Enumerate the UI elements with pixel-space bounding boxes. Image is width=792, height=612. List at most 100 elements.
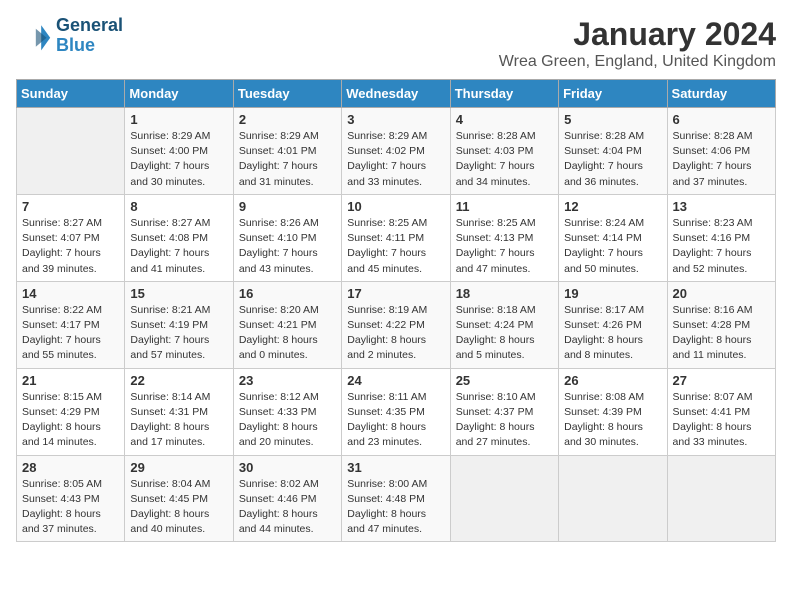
calendar-cell: 30 Sunrise: 8:02 AMSunset: 4:46 PMDayligh…	[233, 455, 341, 542]
day-detail: Sunrise: 8:29 AMSunset: 4:02 PMDaylight:…	[347, 129, 444, 190]
day-detail: Sunrise: 8:11 AMSunset: 4:35 PMDaylight:…	[347, 390, 444, 451]
day-detail: Sunrise: 8:20 AMSunset: 4:21 PMDaylight:…	[239, 303, 336, 364]
calendar-cell	[559, 455, 667, 542]
day-detail: Sunrise: 8:17 AMSunset: 4:26 PMDaylight:…	[564, 303, 661, 364]
day-detail: Sunrise: 8:08 AMSunset: 4:39 PMDaylight:…	[564, 390, 661, 451]
calendar-week-5: 28Sunrise: 8:05 AMSunset: 4:43 PMDayligh…	[17, 455, 776, 542]
day-detail: Sunrise: 8:19 AMSunset: 4:22 PMDaylight:…	[347, 303, 444, 364]
day-number: 11	[456, 199, 553, 214]
weekday-monday: Monday	[125, 80, 233, 108]
title-block: January 2024 Wrea Green, England, United…	[499, 16, 776, 71]
day-detail: Sunrise: 8:27 AMSunset: 4:08 PMDaylight:…	[130, 216, 227, 277]
page-header: General Blue January 2024 Wrea Green, En…	[16, 16, 776, 71]
day-detail: Sunrise: 8:24 AMSunset: 4:14 PMDaylight:…	[564, 216, 661, 277]
calendar-cell: 10 Sunrise: 8:25 AMSunset: 4:11 PMDayligh…	[342, 194, 450, 281]
calendar-cell: 24 Sunrise: 8:11 AMSunset: 4:35 PMDayligh…	[342, 368, 450, 455]
logo-icon	[16, 18, 52, 54]
calendar-cell: 18 Sunrise: 8:18 AMSunset: 4:24 PMDayligh…	[450, 281, 558, 368]
weekday-header-row: SundayMondayTuesdayWednesdayThursdayFrid…	[17, 80, 776, 108]
day-number: 23	[239, 373, 336, 388]
calendar-cell: 16 Sunrise: 8:20 AMSunset: 4:21 PMDayligh…	[233, 281, 341, 368]
day-detail: Sunrise: 8:02 AMSunset: 4:46 PMDaylight:…	[239, 477, 336, 538]
day-number: 30	[239, 460, 336, 475]
day-detail: Sunrise: 8:23 AMSunset: 4:16 PMDaylight:…	[673, 216, 770, 277]
day-number: 28	[22, 460, 119, 475]
day-detail: Sunrise: 8:16 AMSunset: 4:28 PMDaylight:…	[673, 303, 770, 364]
day-detail: Sunrise: 8:25 AMSunset: 4:11 PMDaylight:…	[347, 216, 444, 277]
calendar-table: SundayMondayTuesdayWednesdayThursdayFrid…	[16, 79, 776, 542]
day-detail: Sunrise: 8:07 AMSunset: 4:41 PMDaylight:…	[673, 390, 770, 451]
logo: General Blue	[16, 16, 123, 56]
day-detail: Sunrise: 8:15 AMSunset: 4:29 PMDaylight:…	[22, 390, 119, 451]
weekday-friday: Friday	[559, 80, 667, 108]
calendar-cell: 14Sunrise: 8:22 AMSunset: 4:17 PMDayligh…	[17, 281, 125, 368]
calendar-body: 1 Sunrise: 8:29 AMSunset: 4:00 PMDaylight…	[17, 108, 776, 542]
calendar-week-1: 1 Sunrise: 8:29 AMSunset: 4:00 PMDaylight…	[17, 108, 776, 195]
day-number: 16	[239, 286, 336, 301]
day-number: 21	[22, 373, 119, 388]
day-detail: Sunrise: 8:27 AMSunset: 4:07 PMDaylight:…	[22, 216, 119, 277]
day-number: 31	[347, 460, 444, 475]
day-number: 25	[456, 373, 553, 388]
day-detail: Sunrise: 8:14 AMSunset: 4:31 PMDaylight:…	[130, 390, 227, 451]
day-detail: Sunrise: 8:26 AMSunset: 4:10 PMDaylight:…	[239, 216, 336, 277]
weekday-thursday: Thursday	[450, 80, 558, 108]
day-number: 8	[130, 199, 227, 214]
day-number: 1	[130, 112, 227, 127]
day-number: 13	[673, 199, 770, 214]
calendar-cell: 25 Sunrise: 8:10 AMSunset: 4:37 PMDayligh…	[450, 368, 558, 455]
calendar-cell: 31 Sunrise: 8:00 AMSunset: 4:48 PMDayligh…	[342, 455, 450, 542]
day-number: 29	[130, 460, 227, 475]
calendar-cell	[667, 455, 775, 542]
calendar-cell: 15Sunrise: 8:21 AMSunset: 4:19 PMDayligh…	[125, 281, 233, 368]
day-number: 18	[456, 286, 553, 301]
calendar-cell: 13 Sunrise: 8:23 AMSunset: 4:16 PMDayligh…	[667, 194, 775, 281]
calendar-cell: 11 Sunrise: 8:25 AMSunset: 4:13 PMDayligh…	[450, 194, 558, 281]
calendar-cell: 7 Sunrise: 8:27 AMSunset: 4:07 PMDaylight…	[17, 194, 125, 281]
day-number: 20	[673, 286, 770, 301]
calendar-cell: 5 Sunrise: 8:28 AMSunset: 4:04 PMDaylight…	[559, 108, 667, 195]
day-detail: Sunrise: 8:10 AMSunset: 4:37 PMDaylight:…	[456, 390, 553, 451]
day-number: 5	[564, 112, 661, 127]
calendar-cell: 21 Sunrise: 8:15 AMSunset: 4:29 PMDayligh…	[17, 368, 125, 455]
calendar-cell: 8 Sunrise: 8:27 AMSunset: 4:08 PMDaylight…	[125, 194, 233, 281]
calendar-cell: 6Sunrise: 8:28 AMSunset: 4:06 PMDaylight…	[667, 108, 775, 195]
day-number: 9	[239, 199, 336, 214]
day-number: 6	[673, 112, 770, 127]
day-number: 4	[456, 112, 553, 127]
day-number: 7	[22, 199, 119, 214]
logo-text: General Blue	[56, 16, 123, 56]
calendar-week-2: 7 Sunrise: 8:27 AMSunset: 4:07 PMDaylight…	[17, 194, 776, 281]
day-detail: Sunrise: 8:28 AMSunset: 4:04 PMDaylight:…	[564, 129, 661, 190]
day-detail: Sunrise: 8:04 AMSunset: 4:45 PMDaylight:…	[130, 477, 227, 538]
calendar-cell	[17, 108, 125, 195]
day-detail: Sunrise: 8:18 AMSunset: 4:24 PMDaylight:…	[456, 303, 553, 364]
day-number: 19	[564, 286, 661, 301]
day-detail: Sunrise: 8:25 AMSunset: 4:13 PMDaylight:…	[456, 216, 553, 277]
day-number: 24	[347, 373, 444, 388]
day-number: 2	[239, 112, 336, 127]
day-number: 14	[22, 286, 119, 301]
day-number: 10	[347, 199, 444, 214]
weekday-wednesday: Wednesday	[342, 80, 450, 108]
calendar-cell: 23 Sunrise: 8:12 AMSunset: 4:33 PMDayligh…	[233, 368, 341, 455]
day-detail: Sunrise: 8:00 AMSunset: 4:48 PMDaylight:…	[347, 477, 444, 538]
calendar-cell: 22Sunrise: 8:14 AMSunset: 4:31 PMDayligh…	[125, 368, 233, 455]
calendar-cell: 9 Sunrise: 8:26 AMSunset: 4:10 PMDaylight…	[233, 194, 341, 281]
weekday-tuesday: Tuesday	[233, 80, 341, 108]
calendar-cell: 12Sunrise: 8:24 AMSunset: 4:14 PMDayligh…	[559, 194, 667, 281]
day-detail: Sunrise: 8:28 AMSunset: 4:03 PMDaylight:…	[456, 129, 553, 190]
weekday-sunday: Sunday	[17, 80, 125, 108]
calendar-cell: 28Sunrise: 8:05 AMSunset: 4:43 PMDayligh…	[17, 455, 125, 542]
day-detail: Sunrise: 8:12 AMSunset: 4:33 PMDaylight:…	[239, 390, 336, 451]
day-number: 3	[347, 112, 444, 127]
day-detail: Sunrise: 8:29 AMSunset: 4:00 PMDaylight:…	[130, 129, 227, 190]
calendar-cell: 1 Sunrise: 8:29 AMSunset: 4:00 PMDaylight…	[125, 108, 233, 195]
month-title: January 2024	[499, 16, 776, 53]
calendar-cell: 4 Sunrise: 8:28 AMSunset: 4:03 PMDaylight…	[450, 108, 558, 195]
calendar-week-3: 14Sunrise: 8:22 AMSunset: 4:17 PMDayligh…	[17, 281, 776, 368]
calendar-cell: 20 Sunrise: 8:16 AMSunset: 4:28 PMDayligh…	[667, 281, 775, 368]
calendar-cell: 2Sunrise: 8:29 AMSunset: 4:01 PMDaylight…	[233, 108, 341, 195]
calendar-week-4: 21 Sunrise: 8:15 AMSunset: 4:29 PMDayligh…	[17, 368, 776, 455]
location-subtitle: Wrea Green, England, United Kingdom	[499, 53, 776, 71]
